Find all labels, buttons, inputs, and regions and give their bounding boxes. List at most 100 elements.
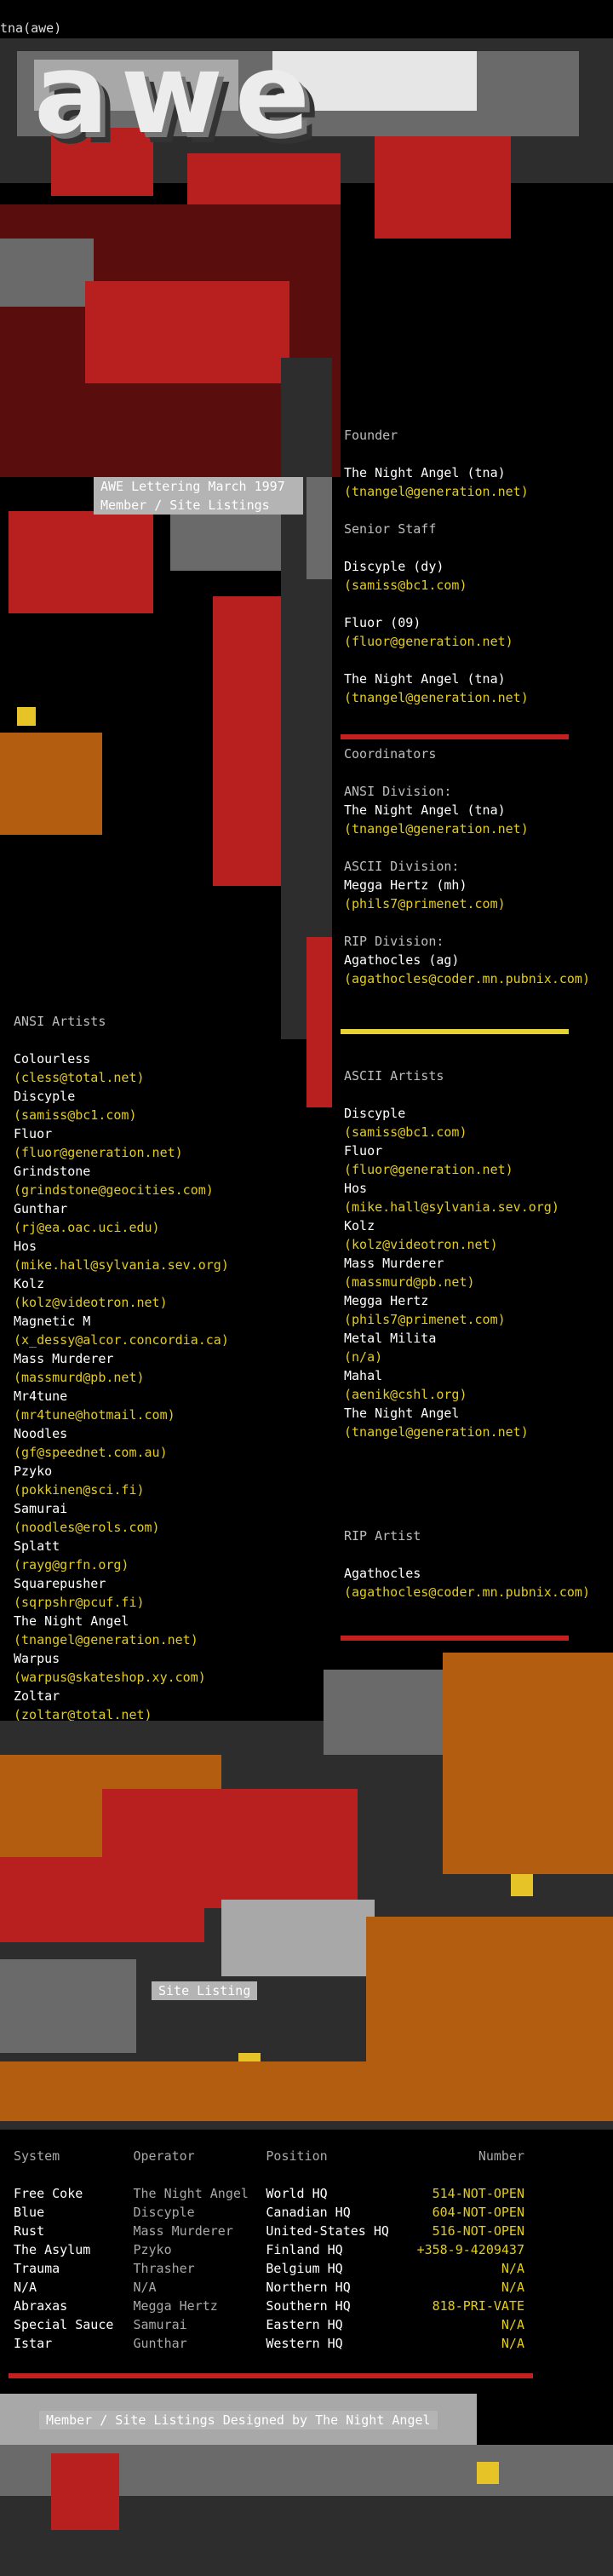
artist-email: (gf@speednet.com.au) bbox=[14, 1445, 168, 1460]
artist-email: (agathocles@coder.mn.pubnix.com) bbox=[344, 1584, 590, 1600]
site-listing-heading: Site Listing bbox=[152, 1981, 258, 2000]
artist-email: (cless@total.net) bbox=[14, 1070, 145, 1085]
table-row: N/A N/A Northern HQ N/A bbox=[14, 2278, 524, 2297]
artist-email: (massmurd@pb.net) bbox=[344, 1274, 475, 1290]
divider-bar bbox=[341, 734, 569, 739]
artist-name: Squarepusher bbox=[14, 1576, 106, 1591]
table-row: Abraxas Megga Hertz Southern HQ 818-PRI-… bbox=[14, 2297, 524, 2315]
table-row: Rust Mass Murderer United-States HQ 516-… bbox=[14, 2222, 524, 2240]
artist-email: (x_dessy@alcor.concordia.ca) bbox=[14, 1332, 229, 1348]
column-header: System bbox=[14, 2148, 60, 2164]
table-row: Special Sauce Samurai Eastern HQ N/A bbox=[14, 2315, 524, 2334]
artist-email: (fluor@generation.net) bbox=[344, 1162, 513, 1177]
rip-artist-heading: RIP Artist bbox=[344, 1528, 421, 1544]
coordinator-email: (phils7@primenet.com) bbox=[344, 896, 506, 911]
artist-name: Fluor bbox=[344, 1143, 383, 1159]
number-cell: 818-PRI-VATE bbox=[432, 2298, 524, 2314]
artist-email: (rayg@grfn.org) bbox=[14, 1557, 129, 1573]
division-label: ASCII Division: bbox=[344, 859, 460, 874]
artist-name: Splatt bbox=[14, 1538, 60, 1554]
table-row: Blue Discyple Canadian HQ 604-NOT-OPEN bbox=[14, 2203, 524, 2222]
header-box: AWE Lettering March 1997 Member / Site L… bbox=[94, 477, 303, 515]
division-label: ANSI Division: bbox=[344, 784, 452, 799]
artist-name: Magnetic M bbox=[14, 1314, 91, 1329]
artist-name: Mr4tune bbox=[14, 1389, 68, 1404]
site-listing-table: System Operator Position Number Free Cok… bbox=[14, 2147, 524, 2353]
artist-email: (kolz@videotron.net) bbox=[344, 1237, 498, 1252]
artist-name: Kolz bbox=[14, 1276, 45, 1291]
artist-email: (fluor@generation.net) bbox=[14, 1145, 183, 1160]
artist-email: (noodles@erols.com) bbox=[14, 1520, 160, 1535]
system-cell: Rust bbox=[14, 2223, 45, 2239]
number-cell: N/A bbox=[501, 2261, 524, 2276]
table-row: The Asylum Pzyko Finland HQ +358-9-42094… bbox=[14, 2240, 524, 2259]
position-cell: Belgium HQ bbox=[266, 2261, 343, 2276]
artist-email: (tnangel@generation.net) bbox=[14, 1632, 198, 1647]
system-cell: Istar bbox=[14, 2336, 53, 2351]
artist-name: Mass Murderer bbox=[344, 1256, 444, 1271]
coordinator-name: Agathocles (ag) bbox=[344, 952, 460, 968]
system-cell: Free Coke bbox=[14, 2186, 83, 2201]
number-cell: N/A bbox=[501, 2336, 524, 2351]
position-cell: Southern HQ bbox=[266, 2298, 351, 2314]
artist-name: Hos bbox=[344, 1181, 368, 1196]
artist-name: Hos bbox=[14, 1239, 37, 1254]
operator-cell: Discyple bbox=[133, 2205, 195, 2220]
position-cell: Northern HQ bbox=[266, 2280, 351, 2295]
artist-email: (massmurd@pb.net) bbox=[14, 1370, 145, 1385]
senior-staff-heading: Senior Staff bbox=[344, 521, 437, 537]
artist-name: Discyple bbox=[14, 1089, 76, 1104]
founder-heading: Founder bbox=[344, 428, 398, 443]
division-label: RIP Division: bbox=[344, 934, 444, 949]
artist-name: Zoltar bbox=[14, 1688, 60, 1704]
position-cell: Western HQ bbox=[266, 2336, 343, 2351]
position-cell: World HQ bbox=[266, 2186, 328, 2201]
ansi-artists-section: ANSI Artists Colourless (cless@total.net… bbox=[14, 1012, 295, 1724]
divider-bar bbox=[341, 1029, 569, 1034]
artist-name: Megga Hertz bbox=[344, 1293, 429, 1308]
system-cell: Special Sauce bbox=[14, 2317, 114, 2332]
column-header: Number bbox=[478, 2148, 524, 2164]
operator-cell: Gunthar bbox=[133, 2336, 187, 2351]
artist-name: Mahal bbox=[344, 1368, 383, 1383]
artist-name: Discyple bbox=[344, 1106, 406, 1121]
system-cell: Blue bbox=[14, 2205, 45, 2220]
position-cell: Canadian HQ bbox=[266, 2205, 351, 2220]
staff-email: (fluor@generation.net) bbox=[344, 634, 513, 649]
operator-cell: Pzyko bbox=[133, 2242, 172, 2257]
artist-email: (warpus@skateshop.xy.com) bbox=[14, 1670, 206, 1685]
artist-email: (rj@ea.oac.uci.edu) bbox=[14, 1220, 160, 1235]
artist-name: Fluor bbox=[14, 1126, 53, 1141]
staff-name: The Night Angel (tna) bbox=[344, 671, 506, 687]
artist-name: Samurai bbox=[14, 1501, 68, 1516]
artist-name: The Night Angel bbox=[344, 1406, 460, 1421]
table-row: Free Coke The Night Angel World HQ 514-N… bbox=[14, 2184, 524, 2203]
artist-name: Kolz bbox=[344, 1218, 375, 1233]
table-row: Trauma Thrasher Belgium HQ N/A bbox=[14, 2259, 524, 2278]
staff-name: Discyple (dy) bbox=[344, 559, 444, 574]
ascii-artists-section: ASCII Artists Discyple (samiss@bc1.com) … bbox=[344, 1067, 599, 1441]
divider-bar bbox=[341, 1636, 569, 1641]
coordinator-email: (agathocles@coder.mn.pubnix.com) bbox=[344, 971, 590, 986]
artist-email: (samiss@bc1.com) bbox=[344, 1124, 467, 1140]
artist-name: Colourless bbox=[14, 1051, 91, 1067]
footer-credit: Member / Site Listings Designed by The N… bbox=[39, 2411, 438, 2429]
artist-name: Pzyko bbox=[14, 1463, 53, 1479]
coordinators-heading: Coordinators bbox=[344, 746, 437, 762]
artist-name: Gunthar bbox=[14, 1201, 68, 1216]
artist-name: Agathocles bbox=[344, 1566, 421, 1581]
column-header: Operator bbox=[133, 2148, 195, 2164]
artist-name: Metal Milita bbox=[344, 1331, 437, 1346]
coordinator-name: Megga Hertz (mh) bbox=[344, 877, 467, 893]
number-cell: 604-NOT-OPEN bbox=[432, 2205, 524, 2220]
artist-email: (tnangel@generation.net) bbox=[344, 1424, 529, 1440]
header-line-2: Member / Site Listings bbox=[100, 497, 270, 513]
system-cell: Abraxas bbox=[14, 2298, 68, 2314]
system-cell: The Asylum bbox=[14, 2242, 91, 2257]
operator-cell: Thrasher bbox=[133, 2261, 195, 2276]
number-cell: N/A bbox=[501, 2317, 524, 2332]
artist-name: Noodles bbox=[14, 1426, 68, 1441]
number-cell: +358-9-4209437 bbox=[416, 2242, 524, 2257]
operator-cell: The Night Angel bbox=[133, 2186, 249, 2201]
coordinator-name: The Night Angel (tna) bbox=[344, 802, 506, 818]
